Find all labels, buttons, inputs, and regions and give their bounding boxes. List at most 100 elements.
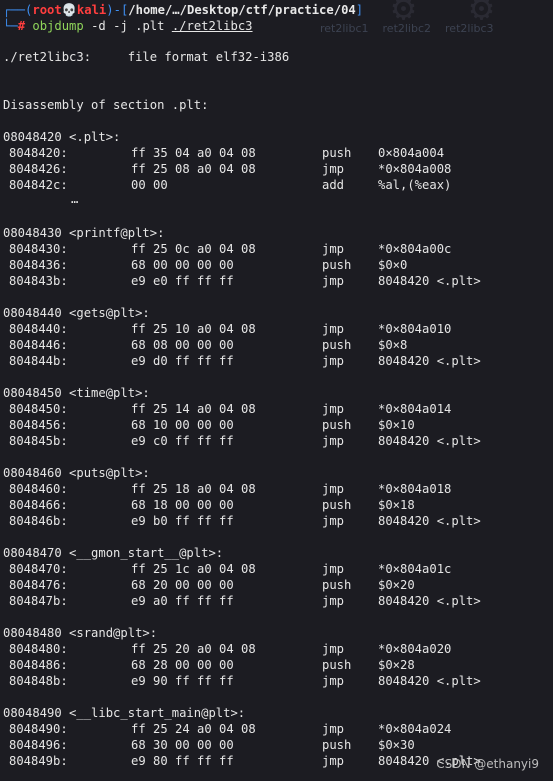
instruction-operand: 8048420 <.plt>	[378, 514, 481, 528]
instruction-opcode: push	[322, 498, 352, 512]
instruction-opcode: jmp	[322, 354, 345, 368]
prompt-host: kali	[76, 3, 107, 17]
instruction-bytes: e9 a0 ff ff ff	[131, 594, 234, 608]
instruction-operand: 8048420 <.plt>	[378, 674, 481, 688]
instruction-opcode: push	[322, 338, 352, 352]
instruction-opcode: jmp	[322, 722, 345, 736]
instruction-bytes: ff 25 10 a0 04 08	[131, 322, 256, 336]
instruction-operand: *0×804a014	[378, 402, 452, 416]
instruction-bytes: e9 b0 ff ff ff	[131, 514, 234, 528]
instruction-address: 804844b:	[9, 354, 68, 368]
instruction-operand: *0×804a008	[378, 162, 452, 176]
instruction-address: 8048460:	[9, 482, 68, 496]
prompt-line: ┌──(root💀kali)-[/home/…/Desktop/ctf/prac…	[3, 3, 364, 17]
instruction-operand: $0×10	[378, 418, 415, 432]
instruction-opcode: push	[322, 418, 352, 432]
function-header: 08048470 <__gmon_start__@plt>:	[3, 546, 224, 560]
instruction-opcode: jmp	[322, 274, 345, 288]
instruction-opcode: push	[322, 258, 352, 272]
instruction-operand: *0×804a020	[378, 642, 452, 656]
instruction-address: 8048430:	[9, 242, 68, 256]
instruction-address: 804846b:	[9, 514, 68, 528]
instruction-bytes: 68 20 00 00 00	[131, 578, 234, 592]
instruction-bytes: ff 25 1c a0 04 08	[131, 562, 256, 576]
instruction-address: 8048436:	[9, 258, 68, 272]
instruction-address: 8048476:	[9, 578, 68, 592]
function-header: 08048440 <gets@plt>:	[3, 306, 150, 320]
section-title: Disassembly of section .plt:	[3, 98, 209, 112]
instruction-bytes: e9 80 ff ff ff	[131, 754, 234, 768]
instruction-address: 8048426:	[9, 162, 68, 176]
background-tab: ret2libc2	[382, 22, 432, 35]
instruction-operand: 8048420 <.plt>	[378, 354, 481, 368]
instruction-bytes: ff 25 08 a0 04 08	[131, 162, 256, 176]
instruction-address: 804849b:	[9, 754, 68, 768]
instruction-opcode: push	[322, 146, 352, 160]
ellipsis: …	[71, 192, 79, 206]
file-format-line: ./ret2libc3: file format elf32-i386	[3, 50, 290, 64]
instruction-address: 804845b:	[9, 434, 68, 448]
instruction-bytes: e9 90 ff ff ff	[131, 674, 234, 688]
instruction-opcode: jmp	[322, 322, 345, 336]
command-line[interactable]: └─# objdump -d -j .plt ./ret2libc3	[3, 18, 253, 34]
instruction-operand: $0×20	[378, 578, 415, 592]
instruction-opcode: jmp	[322, 594, 345, 608]
instruction-operand: *0×804a010	[378, 322, 452, 336]
instruction-operand: *0×804a01c	[378, 562, 452, 576]
instruction-address: 8048480:	[9, 642, 68, 656]
instruction-bytes: 68 30 00 00 00	[131, 738, 234, 752]
instruction-address: 8048496:	[9, 738, 68, 752]
function-header: 08048420 <.plt>:	[3, 130, 121, 144]
instruction-bytes: 68 08 00 00 00	[131, 338, 234, 352]
background-tabs: ret2libc1 ret2libc2 ret2libc3	[320, 22, 508, 35]
instruction-address: 8048440:	[9, 322, 68, 336]
prompt-path: /home/…/Desktop/ctf/practice/04	[128, 3, 356, 17]
instruction-bytes: e9 c0 ff ff ff	[131, 434, 234, 448]
instruction-address: 804843b:	[9, 274, 68, 288]
instruction-opcode: jmp	[322, 514, 345, 528]
instruction-opcode: push	[322, 658, 352, 672]
terminal-window[interactable]: ⚙ ⚙ ret2libc1 ret2libc2 ret2libc3 ┌──(root…	[0, 0, 553, 781]
instruction-operand: $0×30	[378, 738, 415, 752]
instruction-bytes: ff 25 0c a0 04 08	[131, 242, 256, 256]
instruction-bytes: 68 00 00 00 00	[131, 258, 234, 272]
instruction-operand: $0×28	[378, 658, 415, 672]
instruction-opcode: jmp	[322, 162, 345, 176]
instruction-operand: *0×804a018	[378, 482, 452, 496]
instruction-address: 8048490:	[9, 722, 68, 736]
instruction-operand: 8048420 <.plt>	[378, 274, 481, 288]
instruction-address: 8048450:	[9, 402, 68, 416]
instruction-opcode: jmp	[322, 674, 345, 688]
instruction-opcode: jmp	[322, 562, 345, 576]
instruction-opcode: push	[322, 738, 352, 752]
watermark: CSDN @ethanyi9	[436, 757, 539, 771]
background-tab: ret2libc3	[445, 22, 494, 35]
instruction-operand: 0×804a004	[378, 146, 445, 160]
instruction-bytes: ff 35 04 a0 04 08	[131, 146, 256, 160]
instruction-bytes: ff 25 24 a0 04 08	[131, 722, 256, 736]
instruction-operand: $0×18	[378, 498, 415, 512]
instruction-bytes: e9 d0 ff ff ff	[131, 354, 234, 368]
function-header: 08048490 <__libc_start_main@plt>:	[3, 706, 246, 720]
instruction-operand: 8048420 <.plt>	[378, 434, 481, 448]
instruction-operand: *0×804a00c	[378, 242, 452, 256]
instruction-bytes: ff 25 18 a0 04 08	[131, 482, 256, 496]
instruction-operand: *0×804a024	[378, 722, 452, 736]
command-file[interactable]: ./ret2libc3	[172, 19, 253, 33]
instruction-bytes: ff 25 14 a0 04 08	[131, 402, 256, 416]
instruction-bytes: 00 00	[131, 178, 168, 192]
instruction-opcode: jmp	[322, 242, 345, 256]
instruction-operand: 8048420 <.plt>	[378, 594, 481, 608]
instruction-address: 8048466:	[9, 498, 68, 512]
instruction-address: 804848b:	[9, 674, 68, 688]
instruction-opcode: push	[322, 578, 352, 592]
function-header: 08048460 <puts@plt>:	[3, 466, 150, 480]
instruction-address: 8048470:	[9, 562, 68, 576]
instruction-operand: %al,(%eax)	[378, 178, 452, 192]
background-tab: ret2libc1	[320, 22, 369, 35]
command-name: objdump	[32, 19, 84, 33]
instruction-address: 8048446:	[9, 338, 68, 352]
instruction-operand: $0×0	[378, 258, 408, 272]
instruction-address: 8048456:	[9, 418, 68, 432]
command-flags: -d -j .plt	[91, 19, 165, 33]
